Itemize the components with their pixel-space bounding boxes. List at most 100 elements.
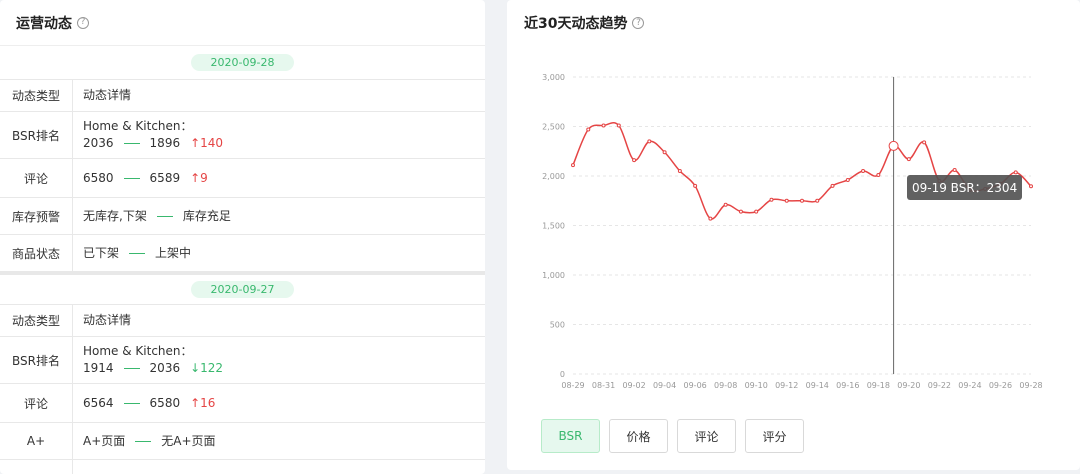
header-type: 动态类型 xyxy=(0,305,73,336)
operations-title-text: 运营动态 xyxy=(16,15,72,32)
data-point xyxy=(845,177,850,182)
date-row: 2020-09-28 xyxy=(0,46,485,80)
review-delta: 9 xyxy=(200,170,208,185)
metric-tabs: BSR 价格 评论 评分 xyxy=(541,419,813,453)
row-type-bsr: BSR排名 xyxy=(0,337,73,383)
data-point xyxy=(586,127,591,132)
table-row: A+ A+页面 无A+页面 xyxy=(0,423,485,460)
tab-review[interactable]: 评论 xyxy=(677,419,736,453)
chart-tooltip: 09-19 BSR：2304 xyxy=(907,175,1023,200)
y-tick-label: 3,000 xyxy=(542,73,565,82)
data-point xyxy=(769,197,774,202)
table-row: BSR排名 Home & Kitchen： 2036 1896 ↑ 140 xyxy=(0,112,485,159)
data-point xyxy=(800,198,804,203)
data-point xyxy=(632,158,637,163)
y-tick-label: 2,500 xyxy=(542,123,565,132)
operations-card: 运营动态 ? 2020-09-28 动态类型 动态详情 BSR排名 Home &… xyxy=(0,0,485,474)
row-detail-bsr: Home & Kitchen： 2036 1896 ↑ 140 xyxy=(73,112,485,158)
y-tick-label: 2,000 xyxy=(542,172,565,181)
y-tick-label: 0 xyxy=(560,370,565,379)
tab-price[interactable]: 价格 xyxy=(609,419,668,453)
row-detail-aplus: A+页面 无A+页面 xyxy=(73,423,485,459)
data-point xyxy=(784,198,789,203)
data-point xyxy=(738,209,743,214)
data-point xyxy=(876,173,881,178)
trend-chart[interactable]: 0 500 1,000 1,500 2,000 2,500 3,000 08-29 08-31 0… xyxy=(507,56,1080,396)
x-tick-label: 08-29 xyxy=(561,381,584,390)
table-row: 库存预警 无库存,下架 库存充足 xyxy=(0,198,485,235)
down-arrow-icon: ↓ xyxy=(190,361,201,375)
row-type-aplus: A+ xyxy=(0,423,73,459)
row-detail-review: 6564 6580 ↑ 16 xyxy=(73,384,485,422)
table-row: BSR排名 Home & Kitchen： 1914 2036 ↓ 122 xyxy=(0,337,485,384)
row-detail-bsr: Home & Kitchen： 1914 2036 ↓ 122 xyxy=(73,337,485,383)
trend-title: 近30天动态趋势 ? xyxy=(507,0,1080,46)
table-header-row: 动态类型 动态详情 xyxy=(0,305,485,337)
arrow-right-icon xyxy=(156,215,173,217)
tab-rating[interactable]: 评分 xyxy=(745,419,804,453)
data-point xyxy=(922,140,927,145)
x-tick-label: 09-06 xyxy=(684,381,707,390)
row-detail-empty xyxy=(73,460,485,474)
x-tick-label: 09-22 xyxy=(928,381,951,390)
highlight-point xyxy=(888,140,899,151)
table-header-row: 动态类型 动态详情 xyxy=(0,80,485,112)
bsr-from: 1914 xyxy=(83,361,114,375)
series-line-bsr xyxy=(572,122,1032,220)
header-type: 动态类型 xyxy=(0,80,73,111)
review-from: 6564 xyxy=(83,395,114,410)
bsr-to: 2036 xyxy=(149,361,181,375)
arrow-right-icon xyxy=(123,368,140,369)
x-tick-label: 09-24 xyxy=(958,381,981,390)
aplus-to: 无A+页面 xyxy=(161,433,216,448)
aplus-from: A+页面 xyxy=(83,433,126,448)
data-point xyxy=(708,216,713,221)
review-to: 6589 xyxy=(149,170,181,185)
up-arrow-icon: ↑ xyxy=(190,170,201,185)
x-tick-label: 09-26 xyxy=(989,381,1012,390)
data-point xyxy=(1029,184,1033,189)
x-tick-label: 09-28 xyxy=(1019,381,1042,390)
bsr-category: Home & Kitchen： xyxy=(83,119,193,133)
data-point xyxy=(815,198,820,203)
date-badge: 2020-09-28 xyxy=(190,54,295,71)
arrow-right-icon xyxy=(123,177,140,179)
x-tick-label: 09-20 xyxy=(897,381,920,390)
row-type-review: 评论 xyxy=(0,384,73,422)
date-badge: 2020-09-27 xyxy=(190,281,295,298)
trend-card: 近30天动态趋势 ? 0 500 1,000 1,500 2,000 2,500 3,000… xyxy=(507,0,1080,470)
trend-title-text: 近30天动态趋势 xyxy=(524,16,628,32)
help-icon[interactable]: ? xyxy=(77,16,89,29)
stock-from: 无库存,下架 xyxy=(83,208,147,223)
table-row: 评论 6580 6589 ↑ 9 xyxy=(0,159,485,198)
arrow-right-icon xyxy=(123,143,140,144)
help-icon[interactable]: ? xyxy=(632,17,645,29)
data-point xyxy=(1013,170,1018,175)
status-to: 上架中 xyxy=(155,245,192,260)
data-point xyxy=(693,183,698,188)
data-point xyxy=(616,123,621,128)
bsr-delta: 140 xyxy=(200,136,224,150)
x-tick-label: 09-12 xyxy=(775,381,798,390)
data-point xyxy=(601,123,606,128)
tab-bsr[interactable]: BSR xyxy=(541,419,600,453)
data-point xyxy=(861,169,866,174)
data-point xyxy=(647,139,652,144)
stock-to: 库存充足 xyxy=(182,208,231,223)
data-point xyxy=(677,169,682,174)
x-tick-label: 09-14 xyxy=(806,381,829,390)
row-type-stock: 库存预警 xyxy=(0,198,73,234)
up-arrow-icon: ↑ xyxy=(190,395,201,410)
x-tick-label: 09-08 xyxy=(714,381,737,390)
row-detail-status: 已下架 上架中 xyxy=(73,235,485,271)
x-tick-label: 09-10 xyxy=(745,381,768,390)
row-detail-review: 6580 6589 ↑ 9 xyxy=(73,159,485,197)
bsr-category: Home & Kitchen： xyxy=(83,344,193,358)
x-tick-label: 09-16 xyxy=(836,381,859,390)
bsr-delta: 122 xyxy=(200,361,224,375)
trend-chart-svg: 0 500 1,000 1,500 2,000 2,500 3,000 08-29 08-31 0… xyxy=(542,73,1043,390)
data-point xyxy=(754,209,759,214)
x-tick-label: 09-18 xyxy=(867,381,890,390)
row-type-bsr: BSR排名 xyxy=(0,112,73,158)
x-tick-label: 09-02 xyxy=(622,381,645,390)
